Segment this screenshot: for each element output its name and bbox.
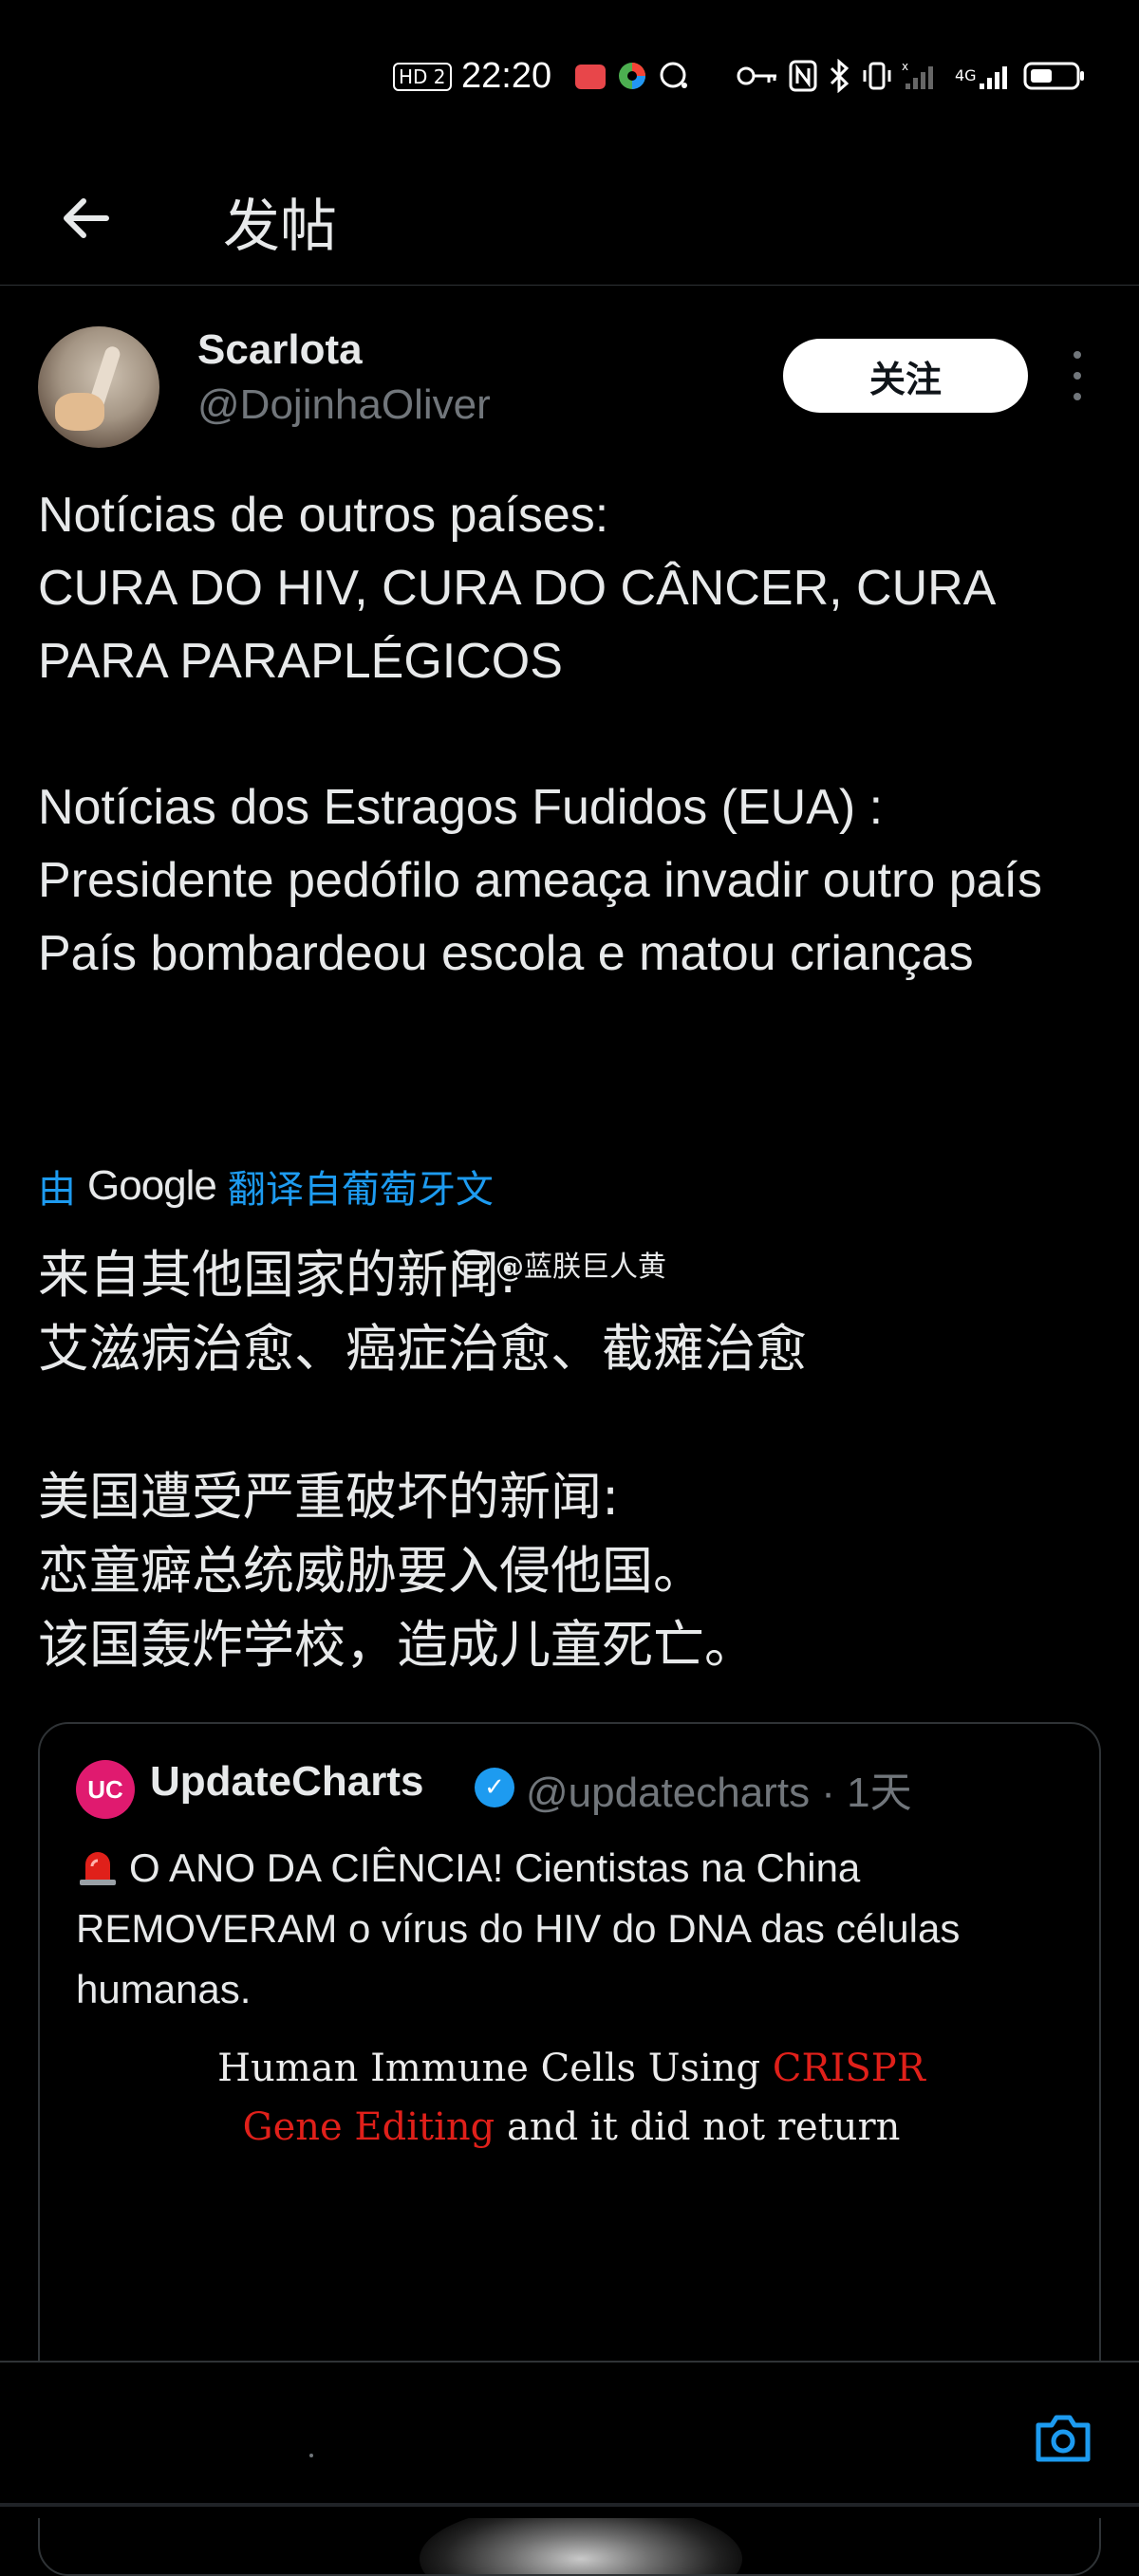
reply-bar[interactable] <box>0 2361 1139 2518</box>
quoted-text-body: O ANO DA CIÊNCIA! Cientistas na China RE… <box>76 1845 961 2011</box>
author-name[interactable]: Scarlota <box>197 326 363 374</box>
translate-source-language: 翻译自葡萄牙文 <box>227 1168 494 1212</box>
google-logo: Google <box>87 1162 217 1209</box>
quoted-text: O ANO DA CIÊNCIA! Cientistas na China RE… <box>76 1838 1073 2020</box>
translation-attribution[interactable]: 由 Google 翻译自葡萄牙文 <box>38 1158 494 1214</box>
signal-sim2-icon: x <box>902 38 940 114</box>
signal-icon <box>978 38 1012 114</box>
quoted-avatar[interactable]: UC <box>76 1760 135 1819</box>
post-text: Notícias de outros países: CURA DO HIV, … <box>38 488 1042 981</box>
home-indicator-area <box>0 2503 1139 2507</box>
siren-emoji-icon <box>80 1852 116 1885</box>
battery-icon <box>1023 38 1086 114</box>
top-app-bar: 发帖 <box>0 152 1139 286</box>
vibrate-icon <box>860 38 894 114</box>
back-arrow-icon[interactable] <box>57 190 114 247</box>
more-options-icon[interactable] <box>1065 351 1090 400</box>
network-type-label: 4G <box>955 66 977 84</box>
camera-icon[interactable] <box>1033 2410 1093 2467</box>
app-notification-icon <box>573 38 607 114</box>
key-icon <box>737 38 778 114</box>
chat-app-icon <box>657 38 691 114</box>
weibo-icon <box>456 1250 490 1278</box>
translated-post-text: 来自其他国家的新闻: 艾滋病治愈、癌症治愈、截瘫治愈 美国遭受严重破坏的新闻: … <box>38 1245 807 1675</box>
status-bar: HD 2 22:20 x 4G <box>0 38 1139 114</box>
image-caption-line-1: Human Immune Cells Using CRISPR <box>217 2047 925 2090</box>
colorful-app-icon <box>615 38 649 114</box>
avatar[interactable] <box>38 326 159 448</box>
weibo-watermark: @蓝朕巨人黄 <box>456 1243 666 1285</box>
watermark-text: @蓝朕巨人黄 <box>495 1251 666 1284</box>
image-cropped-line <box>106 2011 1036 2029</box>
page-title: 发帖 <box>223 194 337 260</box>
bluetooth-icon <box>828 38 850 114</box>
svg-text:x: x <box>902 60 908 73</box>
reply-input-cursor[interactable] <box>309 2454 313 2457</box>
status-time: 22:20 <box>461 55 552 96</box>
nfc-icon <box>788 38 818 114</box>
author-handle[interactable]: @DojinhaOliver <box>197 381 491 429</box>
translate-prefix: 由 <box>38 1168 76 1212</box>
hd-indicator: HD 2 <box>393 63 452 91</box>
quoted-handle-time: @updatecharts · 1天 <box>526 1770 912 1816</box>
follow-button[interactable]: 关注 <box>783 339 1028 413</box>
quoted-author-name[interactable]: UpdateCharts <box>150 1758 424 1806</box>
image-caption-line-2: Gene Editing and it did not return <box>242 2105 901 2149</box>
verified-badge-icon: ✓ <box>475 1768 514 1807</box>
